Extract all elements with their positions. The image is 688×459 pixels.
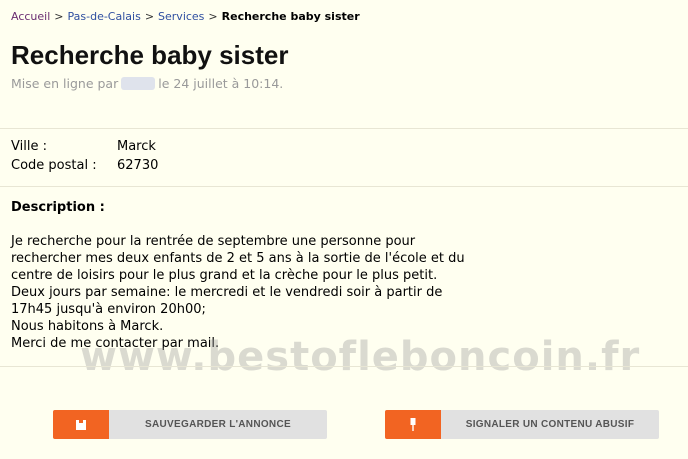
redacted-username (121, 77, 156, 90)
ville-value: Marck (117, 139, 156, 154)
description-body: Je recherche pour la rentrée de septembr… (11, 233, 511, 352)
page-title: Recherche baby sister (11, 40, 289, 70)
save-ad-label: SAUVEGARDER L'ANNONCE (145, 419, 291, 430)
breadcrumb-category-link[interactable]: Services (158, 10, 204, 23)
description-line: Nous habitons à Marck. (11, 319, 164, 334)
code-postal-value: 62730 (117, 158, 159, 173)
breadcrumb-separator: > (208, 10, 218, 23)
ville-row: Ville : Marck (11, 137, 156, 156)
description-line: Je recherche pour la rentrée de septembr… (11, 234, 416, 249)
breadcrumb-accueil-link[interactable]: Accueil (11, 10, 50, 23)
floppy-icon (76, 419, 86, 430)
breadcrumb-separator: > (54, 10, 64, 23)
report-icon-box (385, 410, 441, 439)
code-postal-label: Code postal : (11, 158, 97, 173)
flag-pin-icon (410, 417, 416, 431)
description-line: Merci de me contacter par mail. (11, 336, 220, 351)
divider (0, 128, 688, 129)
ville-label: Ville : (11, 139, 47, 154)
description-line: Deux jours par semaine: le mercredi et l… (11, 285, 443, 300)
breadcrumb-current: Recherche baby sister (221, 10, 360, 23)
description-line: rechercher mes deux enfants de 2 et 5 an… (11, 251, 465, 266)
divider (0, 186, 688, 187)
code-postal-row: Code postal : 62730 (11, 156, 158, 175)
breadcrumb-separator: > (144, 10, 155, 23)
report-abuse-label: SIGNALER UN CONTENU ABUSIF (465, 419, 635, 430)
breadcrumb-region-link[interactable]: Pas-de-Calais (68, 10, 141, 23)
description-heading: Description : (11, 200, 105, 215)
report-abuse-button[interactable]: SIGNALER UN CONTENU ABUSIF (385, 410, 659, 439)
save-icon-box (53, 410, 109, 439)
description-line: centre de loisirs pour le plus grand et … (11, 268, 438, 283)
divider (0, 366, 688, 367)
posted-prefix: Mise en ligne par (11, 76, 119, 91)
posted-info: Mise en ligne par le 24 juillet à 10:14. (11, 76, 283, 91)
breadcrumb: Accueil > Pas-de-Calais > Services > Recherche… (11, 10, 360, 24)
save-ad-button[interactable]: SAUVEGARDER L'ANNONCE (53, 410, 327, 439)
description-line: 17h45 jusqu'à environ 20h00; (11, 302, 206, 317)
posted-date: le 24 juillet à 10:14. (158, 76, 284, 91)
